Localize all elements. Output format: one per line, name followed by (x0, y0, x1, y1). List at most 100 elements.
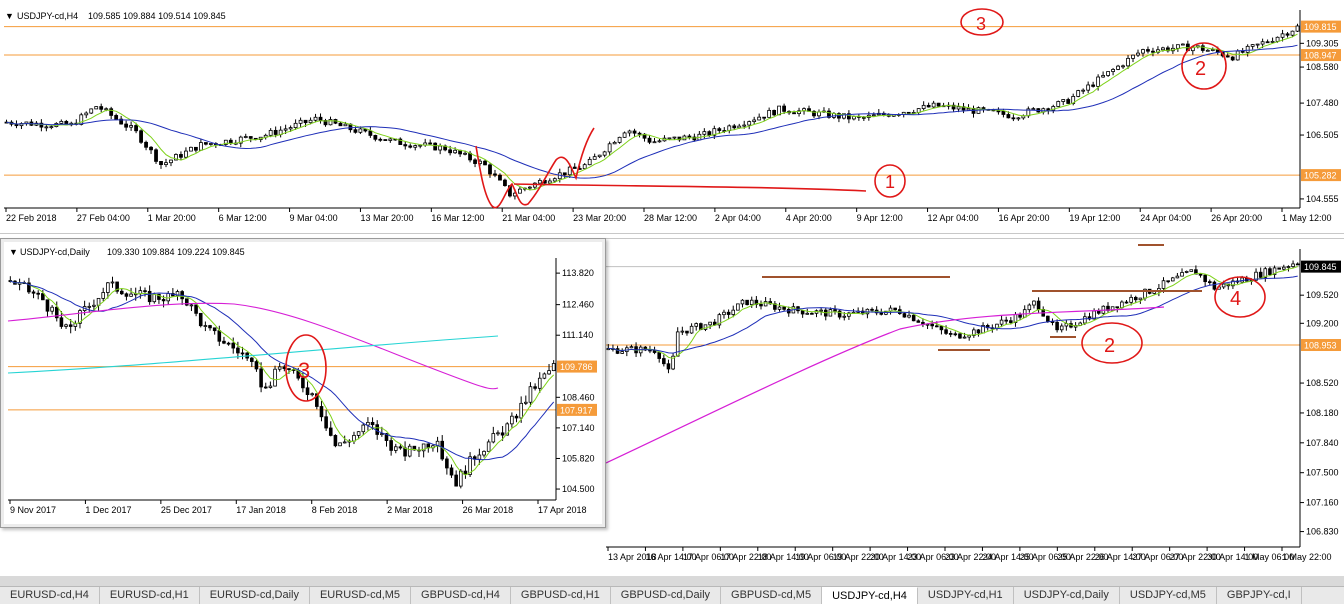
candle-body (277, 366, 282, 370)
candle-body (1001, 110, 1006, 115)
tab-gbpusd-cd-h4[interactable]: GBPUSD-cd,H4 (411, 587, 511, 604)
tab-gbpjpy-cd-i[interactable]: GBPJPY-cd,I (1217, 587, 1302, 604)
candle-body (1146, 49, 1150, 52)
candle-body (1129, 296, 1133, 303)
candle-body (537, 179, 542, 184)
candle-body (375, 424, 379, 435)
ma-slow-line (6, 44, 1298, 179)
candle-body (356, 431, 361, 436)
tab-eurusd-cd-daily[interactable]: EURUSD-cd,Daily (200, 587, 310, 604)
candle-body (762, 116, 767, 119)
candle-body (161, 299, 166, 302)
tab-eurusd-cd-h4[interactable]: EURUSD-cd,H4 (0, 587, 100, 604)
candle-body (413, 145, 418, 148)
candle-body (212, 327, 217, 332)
candle-body (287, 368, 291, 370)
candle-body (445, 458, 449, 469)
x-tick-label: 2 Mar 2018 (387, 505, 433, 515)
candle-body (1255, 43, 1260, 46)
candle-body (926, 104, 931, 108)
candle-body (1270, 40, 1275, 43)
candle-body (1198, 273, 1203, 276)
candle-body (582, 164, 587, 170)
chart-h4-svg[interactable]: 109.815 108.947 105.282 109.305 108.580 107.4… (0, 0, 1344, 234)
candle-body (1004, 319, 1008, 322)
candle-body (1131, 54, 1135, 59)
y-tick-label: 107.500 (1306, 468, 1339, 478)
candle-body (597, 154, 602, 158)
tab-eurusd-cd-m5[interactable]: EURUSD-cd,M5 (310, 587, 412, 604)
candle-body (1046, 315, 1050, 322)
tab-usdjpy-cd-daily[interactable]: USDJPY-cd,Daily (1014, 587, 1120, 604)
tab-usdjpy-cd-h1[interactable]: USDJPY-cd,H1 (918, 587, 1014, 604)
drawing-label-4: 4 (1230, 288, 1241, 310)
candle-body (1285, 33, 1290, 36)
candle-body (1203, 274, 1207, 283)
candle-body (361, 424, 366, 433)
daily-chart-window[interactable]: 109.786 107.917 113.820 112.460 111.140 108.4… (0, 238, 606, 528)
tab-eurusd-cd-h1[interactable]: EURUSD-cd,H1 (100, 587, 200, 604)
candle-body (203, 325, 208, 327)
candle-body (1136, 52, 1140, 56)
candle-body (1106, 71, 1110, 76)
candle-body (44, 126, 49, 129)
candle-body (935, 325, 939, 328)
candle-body (318, 116, 323, 121)
candle-body (203, 142, 208, 145)
chart-daily-svg[interactable]: 109.786 107.917 113.820 112.460 111.140 108.4… (4, 242, 602, 524)
candle-body (737, 125, 742, 129)
tab-gbpusd-cd-m5[interactable]: GBPUSD-cd,M5 (721, 587, 823, 604)
candle-body (906, 111, 911, 114)
candle-body (194, 146, 198, 151)
candle-body (782, 306, 786, 310)
candle-body (89, 108, 94, 114)
candle-body (510, 415, 514, 425)
candle-body (742, 124, 747, 127)
x-tick-label: 1 May 12:00 (1282, 213, 1332, 223)
y-tick-label: 104.500 (562, 484, 595, 494)
tab-usdjpy-cd-m5[interactable]: USDJPY-cd,M5 (1120, 587, 1217, 604)
candle-body (1295, 25, 1300, 32)
candle-body (477, 454, 482, 460)
candle-body (527, 186, 532, 189)
candle-body (109, 108, 114, 116)
candle-body (110, 281, 115, 284)
candle-body (453, 149, 458, 154)
candle-body (1180, 272, 1184, 277)
candle-body (308, 119, 313, 124)
tab-gbpusd-cd-daily[interactable]: GBPUSD-cd,Daily (611, 587, 722, 604)
candle-body (667, 137, 672, 140)
chart-daily-menu-icon[interactable]: ▼ (9, 247, 18, 257)
candle-body (870, 308, 874, 311)
candle-body (662, 358, 666, 365)
candle-body (1175, 275, 1180, 279)
candle-body (842, 315, 847, 318)
chart-pane-h4[interactable]: 109.815 108.947 105.282 109.305 108.580 107.4… (0, 0, 1344, 234)
y-tick-label: 111.140 (562, 330, 593, 340)
candle-body (408, 145, 413, 148)
candle-body (231, 342, 236, 349)
candle-body (1126, 57, 1130, 67)
candle-body (1212, 281, 1217, 290)
chart-h4-menu-icon[interactable]: ▼ (5, 11, 14, 21)
candle-body (226, 342, 231, 345)
x-tick-label: 2 Apr 04:00 (715, 213, 761, 223)
y-tick-label: 107.140 (562, 423, 595, 433)
x-tick-label: 19 Apr 12:00 (1069, 213, 1120, 223)
candle-body (273, 368, 277, 387)
candle-body (389, 440, 393, 451)
candle-body (488, 164, 492, 175)
x-tick-label: 22 Feb 2018 (6, 213, 57, 223)
x-tick-label: 16 Apr 20:00 (998, 213, 1049, 223)
candle-body (217, 330, 222, 342)
tab-gbpusd-cd-h1[interactable]: GBPUSD-cd,H1 (511, 587, 611, 604)
y-tick-label: 109.305 (1306, 38, 1339, 48)
tab-usdjpy-cd-h4[interactable]: USDJPY-cd,H4 (822, 587, 918, 604)
candle-body (99, 106, 104, 110)
candle-body (1027, 304, 1032, 311)
y-tick-label: 113.820 (562, 268, 594, 278)
x-tick-label: 26 Apr 20:00 (1211, 213, 1262, 223)
candle-body (418, 144, 423, 147)
candle-body (930, 323, 934, 327)
candle-body (448, 149, 453, 154)
